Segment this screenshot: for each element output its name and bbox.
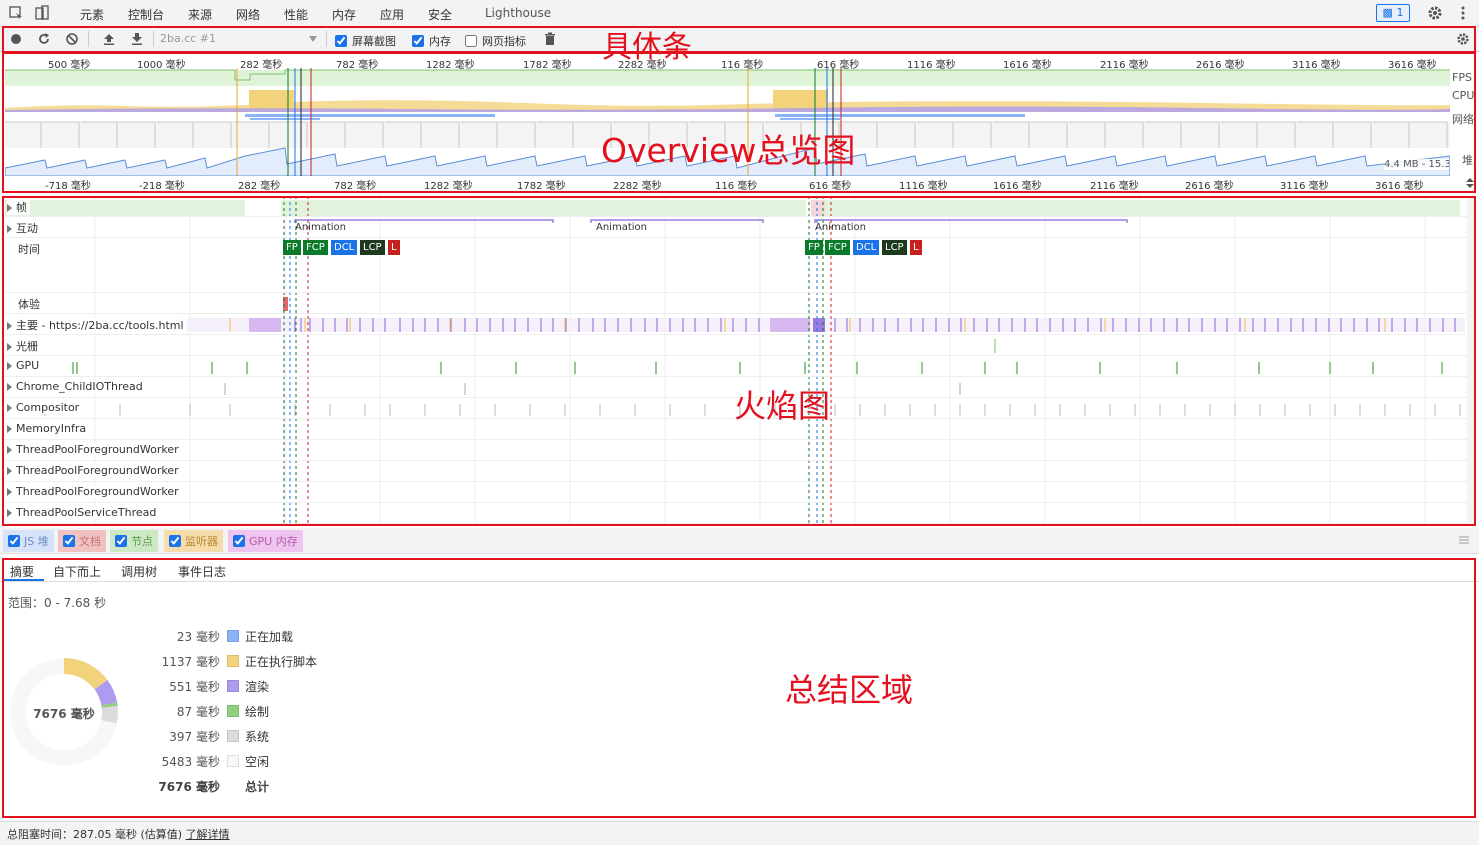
total-blocking-time: 总阻塞时间：287.05 毫秒 (估算值) [7,828,186,841]
settings-gear-icon[interactable] [1427,5,1443,21]
annotation-label-toolbar: 具体条 [602,30,692,65]
legend-label: GPU 内存 [249,535,298,548]
documents-checkbox[interactable] [63,535,75,547]
tab-lighthouse[interactable]: Lighthouse [485,6,551,20]
tab-console[interactable]: 控制台 [128,6,164,23]
tab-performance[interactable]: 性能 [284,6,308,23]
legend-label: JS 堆 [24,535,49,548]
legend-label: 节点 [131,535,153,548]
nodes-toggle[interactable]: 节点 [110,530,158,552]
issues-icon: ▩ [1382,6,1393,19]
gpu-memory-checkbox[interactable] [233,535,245,547]
tab-memory[interactable]: 内存 [332,6,356,23]
annotation-box-summary [2,558,1476,818]
devtools-tabbar: 元素 控制台 来源 网络 性能 内存 应用 安全 Lighthouse ▩ 1 [0,0,1479,27]
listeners-checkbox[interactable] [169,535,181,547]
status-bar: 总阻塞时间：287.05 毫秒 (估算值) 了解详情 [0,821,1479,845]
nodes-checkbox[interactable] [115,535,127,547]
listeners-toggle[interactable]: 监听器 [164,530,223,552]
issues-badge[interactable]: ▩ 1 [1376,4,1410,22]
issues-count: 1 [1396,6,1404,19]
tab-application[interactable]: 应用 [380,6,404,23]
legend-label: 监听器 [185,535,218,548]
annotation-label-flame: 火焰图 [734,387,831,425]
gpu-memory-toggle[interactable]: GPU 内存 [228,530,303,552]
legend-label: 文档 [79,535,101,548]
annotation-label-summary: 总结区域 [785,671,914,709]
device-toolbar-icon[interactable] [34,5,50,21]
annotation-label-overview: Overview总览图 [601,131,856,170]
tab-elements[interactable]: 元素 [80,6,104,23]
tab-security[interactable]: 安全 [428,6,452,23]
annotation-box-flame [2,196,1476,526]
memory-legend: JS 堆 文档 节点 监听器 GPU 内存 [0,528,1479,554]
documents-toggle[interactable]: 文档 [58,530,106,552]
tab-sources[interactable]: 来源 [188,6,212,23]
annotation-box-toolbar [2,26,1476,53]
learn-more-link[interactable]: 了解详情 [186,828,230,841]
inspect-element-icon[interactable] [8,5,24,21]
tab-network[interactable]: 网络 [236,6,260,23]
js-heap-toggle[interactable]: JS 堆 [3,530,54,552]
drag-handle-icon[interactable] [1459,536,1469,544]
more-menu-icon[interactable] [1455,5,1471,21]
js-heap-checkbox[interactable] [8,535,20,547]
